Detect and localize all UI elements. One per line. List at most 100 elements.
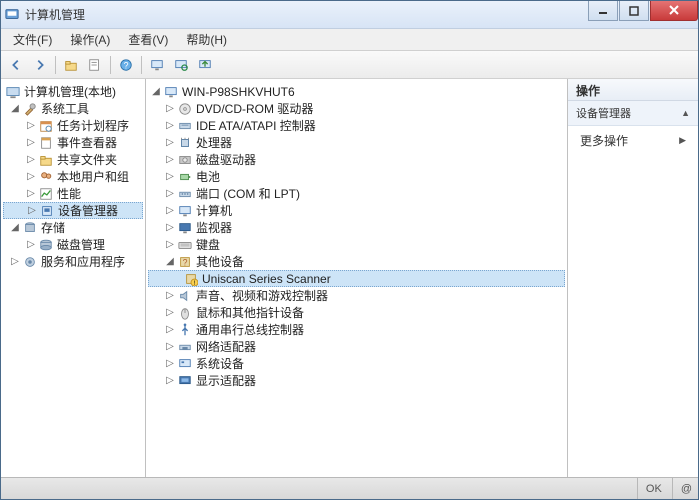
- expand-toggle[interactable]: ◢: [9, 222, 21, 234]
- scan-button[interactable]: [170, 54, 192, 76]
- device-category[interactable]: ▷声音、视频和游戏控制器: [148, 287, 565, 304]
- keyboard-icon: [177, 237, 193, 253]
- expand-toggle[interactable]: ▷: [26, 205, 38, 217]
- collapse-toggle[interactable]: ◢: [150, 86, 162, 98]
- expand-toggle[interactable]: ▷: [25, 188, 37, 200]
- device-item[interactable]: !Uniscan Series Scanner: [148, 270, 565, 287]
- display-icon: [177, 373, 193, 389]
- expand-toggle[interactable]: ▷: [9, 256, 21, 268]
- minimize-button[interactable]: [588, 1, 618, 21]
- svg-text:!: !: [194, 280, 196, 286]
- expand-toggle[interactable]: ▷: [164, 239, 176, 251]
- statusbar: OK @: [1, 477, 698, 499]
- more-actions-link[interactable]: 更多操作 ▶: [568, 126, 698, 155]
- mid-root[interactable]: ◢ WIN-P98SHKVHUT6: [148, 83, 565, 100]
- users-icon: [38, 169, 54, 185]
- computer-icon: [177, 203, 193, 219]
- up-button[interactable]: [60, 54, 82, 76]
- expand-toggle[interactable]: ▷: [164, 375, 176, 387]
- device-category[interactable]: ▷DVD/CD-ROM 驱动器: [148, 100, 565, 117]
- menu-help[interactable]: 帮助(H): [178, 29, 235, 50]
- actions-section[interactable]: 设备管理器 ▲: [568, 101, 698, 126]
- left-group[interactable]: ◢存储: [3, 219, 143, 236]
- maximize-button[interactable]: [619, 1, 649, 21]
- status-right: @: [672, 478, 692, 499]
- expand-toggle[interactable]: ▷: [164, 341, 176, 353]
- battery-icon: [177, 169, 193, 185]
- left-item[interactable]: ▷共享文件夹: [3, 151, 143, 168]
- back-button[interactable]: [5, 54, 27, 76]
- expand-toggle[interactable]: ▷: [164, 188, 176, 200]
- computer-view-button[interactable]: [146, 54, 168, 76]
- left-item[interactable]: ▷事件查看器: [3, 134, 143, 151]
- status-left: OK: [637, 478, 662, 499]
- properties-button[interactable]: [84, 54, 106, 76]
- expand-toggle[interactable]: ▷: [25, 154, 37, 166]
- left-item[interactable]: ▷性能: [3, 185, 143, 202]
- expand-toggle[interactable]: ▷: [164, 307, 176, 319]
- expand-toggle[interactable]: ◢: [9, 103, 21, 115]
- left-group[interactable]: ▷服务和应用程序: [3, 253, 143, 270]
- expand-toggle[interactable]: ▷: [164, 137, 176, 149]
- right-pane: 操作 设备管理器 ▲ 更多操作 ▶: [568, 79, 698, 477]
- expand-toggle[interactable]: ◢: [164, 256, 176, 268]
- left-pane[interactable]: 计算机管理(本地) ◢系统工具▷任务计划程序▷事件查看器▷共享文件夹▷本地用户和…: [1, 79, 146, 477]
- computer-mgmt-icon: [5, 84, 21, 100]
- diskdrv-icon: [177, 152, 193, 168]
- expand-toggle[interactable]: ▷: [164, 358, 176, 370]
- left-item[interactable]: ▷设备管理器: [3, 202, 143, 219]
- device-category[interactable]: ▷系统设备: [148, 355, 565, 372]
- device-category[interactable]: ▷计算机: [148, 202, 565, 219]
- expand-toggle[interactable]: ▷: [164, 290, 176, 302]
- computer-icon: [163, 84, 179, 100]
- app-icon: [5, 7, 21, 23]
- expand-toggle[interactable]: ▷: [164, 103, 176, 115]
- group-icon: [22, 254, 38, 270]
- menu-action[interactable]: 操作(A): [62, 29, 118, 50]
- share-icon: [38, 152, 54, 168]
- system-icon: [177, 356, 193, 372]
- help-button[interactable]: ?: [115, 54, 137, 76]
- cpu-icon: [177, 135, 193, 151]
- mid-pane[interactable]: ◢ WIN-P98SHKVHUT6 ▷DVD/CD-ROM 驱动器▷IDE AT…: [146, 79, 568, 477]
- device-category[interactable]: ▷网络适配器: [148, 338, 565, 355]
- menu-file[interactable]: 文件(F): [5, 29, 60, 50]
- device-category[interactable]: ▷显示适配器: [148, 372, 565, 389]
- device-category[interactable]: ▷通用串行总线控制器: [148, 321, 565, 338]
- device-category[interactable]: ▷IDE ATA/ATAPI 控制器: [148, 117, 565, 134]
- mouse-icon: [177, 305, 193, 321]
- window-controls: [588, 1, 698, 21]
- device-category[interactable]: ◢?其他设备: [148, 253, 565, 270]
- left-item[interactable]: ▷本地用户和组: [3, 168, 143, 185]
- device-category[interactable]: ▷处理器: [148, 134, 565, 151]
- expand-toggle[interactable]: ▷: [164, 120, 176, 132]
- device-category[interactable]: ▷监视器: [148, 219, 565, 236]
- body-panes: 计算机管理(本地) ◢系统工具▷任务计划程序▷事件查看器▷共享文件夹▷本地用户和…: [1, 79, 698, 477]
- close-button[interactable]: [650, 1, 698, 21]
- expand-toggle[interactable]: ▷: [164, 222, 176, 234]
- ide-icon: [177, 118, 193, 134]
- device-category[interactable]: ▷电池: [148, 168, 565, 185]
- group-icon: [22, 101, 38, 117]
- menu-view[interactable]: 查看(V): [120, 29, 176, 50]
- device-category[interactable]: ▷键盘: [148, 236, 565, 253]
- left-item[interactable]: ▷磁盘管理: [3, 236, 143, 253]
- expand-toggle[interactable]: ▷: [164, 324, 176, 336]
- device-category[interactable]: ▷磁盘驱动器: [148, 151, 565, 168]
- expand-toggle[interactable]: ▷: [164, 171, 176, 183]
- expand-toggle[interactable]: ▷: [25, 137, 37, 149]
- expand-toggle[interactable]: ▷: [164, 154, 176, 166]
- menubar: 文件(F) 操作(A) 查看(V) 帮助(H): [1, 29, 698, 51]
- chevron-up-icon: ▲: [681, 108, 690, 118]
- expand-toggle[interactable]: ▷: [25, 239, 37, 251]
- left-item[interactable]: ▷任务计划程序: [3, 117, 143, 134]
- device-category[interactable]: ▷端口 (COM 和 LPT): [148, 185, 565, 202]
- left-root[interactable]: 计算机管理(本地): [3, 83, 143, 100]
- expand-toggle[interactable]: ▷: [164, 205, 176, 217]
- expand-toggle[interactable]: ▷: [25, 171, 37, 183]
- forward-button[interactable]: [29, 54, 51, 76]
- expand-toggle[interactable]: ▷: [25, 120, 37, 132]
- update-driver-button[interactable]: [194, 54, 216, 76]
- device-category[interactable]: ▷鼠标和其他指针设备: [148, 304, 565, 321]
- left-group[interactable]: ◢系统工具: [3, 100, 143, 117]
